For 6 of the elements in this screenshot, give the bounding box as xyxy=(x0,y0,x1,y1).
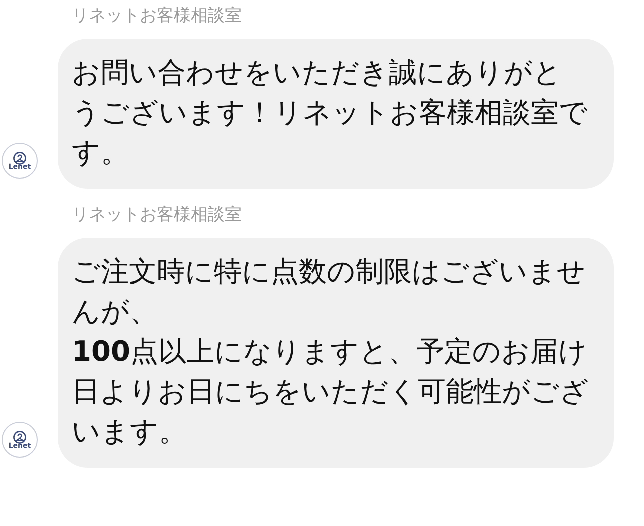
sender-name: リネットお客様相談室 xyxy=(71,5,243,27)
message-bubble: ご注文時に特に点数の制限はございませんが、 100点以上になりますと、予定のお届け日よりお日にちをいただく可能性がございます。 xyxy=(58,238,614,468)
hanger-icon xyxy=(13,430,27,444)
hanger-icon xyxy=(13,152,27,164)
message-bubble: お問い合わせをいただき誠にありがとうございます！リネットお客様相談室です。 xyxy=(58,39,614,189)
sender-name: リネットお客様相談室 xyxy=(71,204,243,226)
